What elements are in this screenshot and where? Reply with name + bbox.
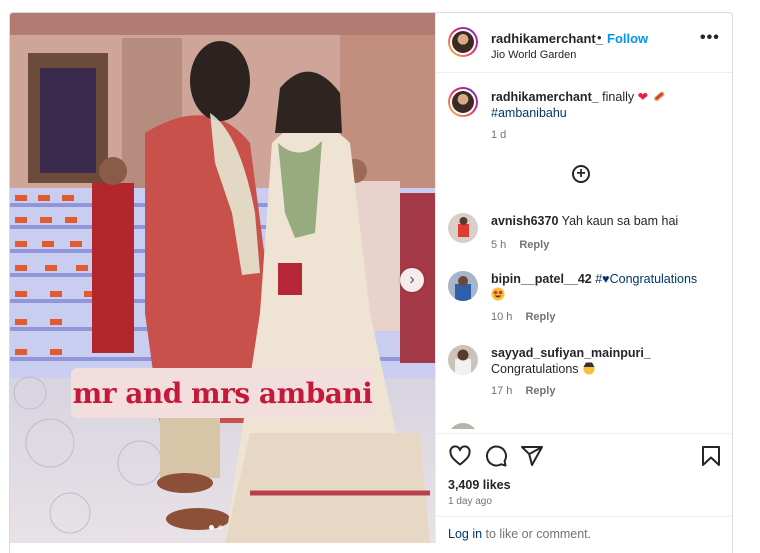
- caption-username[interactable]: radhikamerchant_: [491, 90, 599, 104]
- comment-time: 10 h: [491, 311, 513, 323]
- author-avatar[interactable]: [448, 27, 478, 57]
- comment-username[interactable]: bipin__patel__42: [491, 272, 592, 286]
- action-icons: [448, 444, 723, 470]
- instagram-post: mr and mrs ambani › radhikamerchant_ • F…: [9, 12, 733, 553]
- commenter-avatar[interactable]: [448, 345, 478, 375]
- heart-icon[interactable]: [448, 444, 472, 468]
- comment-username[interactable]: avnish6370: [491, 214, 558, 228]
- comment-meta: 10 h Reply: [491, 309, 721, 325]
- comment-body: avnish6370 Yah kaun sa bam hai 5 h Reply: [491, 213, 721, 253]
- reply-button[interactable]: Reply: [525, 385, 555, 397]
- hot-dog-emoji: [653, 91, 665, 102]
- reply-button[interactable]: Reply: [525, 311, 555, 323]
- caption-text: finally: [602, 90, 635, 104]
- comment-hashtag[interactable]: #♥Congratulations: [595, 272, 697, 286]
- separator-dot: •: [597, 30, 602, 45]
- comment-icon[interactable]: [484, 444, 508, 468]
- commenter-avatar[interactable]: [448, 213, 478, 243]
- carousel-dot: [209, 525, 214, 530]
- commenter-avatar[interactable]: [448, 423, 478, 429]
- commenter-avatar-image: [455, 349, 471, 375]
- carousel-dot: [218, 525, 223, 530]
- post-side-panel: radhikamerchant_ • Follow Jio World Gard…: [435, 13, 732, 545]
- commenter-avatar[interactable]: [448, 271, 478, 301]
- reply-button[interactable]: Reply: [519, 239, 549, 251]
- comment-meta: 17 h Reply: [491, 383, 721, 399]
- comment-body: bipin__patel__42 #♥Congratulations 10 h …: [491, 271, 721, 325]
- login-suffix: to like or comment.: [482, 527, 592, 541]
- caption-hashtag[interactable]: #ambanibahu: [491, 106, 567, 120]
- hat-face-emoji: [583, 362, 595, 375]
- comment-time: 5 h: [491, 239, 507, 251]
- wedding-photo: [10, 13, 435, 543]
- author-username[interactable]: radhikamerchant_: [491, 31, 603, 46]
- comment-text: Yah kaun sa bam hai: [561, 214, 679, 228]
- comment-time: 17 h: [491, 385, 513, 397]
- caption-text-block: radhikamerchant_ finally ❤ #ambanibahu 1…: [491, 89, 721, 143]
- more-options-icon[interactable]: •••: [700, 29, 720, 47]
- post-actions: 3,409 likes 1 day ago Log in to like or …: [436, 433, 732, 545]
- image-text-overlay: mr and mrs ambani: [71, 368, 374, 418]
- caption-author-avatar[interactable]: [448, 87, 478, 117]
- load-more-comments-icon[interactable]: +: [572, 165, 590, 183]
- comment-meta: 5 h Reply: [491, 237, 721, 253]
- post-timestamp: 1 day ago: [448, 496, 492, 507]
- carousel-dots: [209, 525, 223, 530]
- likes-count[interactable]: 3,409 likes: [448, 478, 511, 492]
- red-heart-emoji: ❤: [637, 90, 649, 104]
- commenter-avatar-image: [455, 276, 471, 301]
- login-link[interactable]: Log in: [448, 527, 482, 541]
- post-header: radhikamerchant_ • Follow Jio World Gard…: [436, 13, 732, 73]
- caption-time: 1 d: [491, 129, 507, 141]
- star-struck-emoji: [491, 287, 505, 301]
- follow-button[interactable]: Follow: [607, 31, 648, 46]
- comment-username[interactable]: sayyad_sufiyan_mainpuri_: [491, 346, 651, 360]
- carousel-next-button[interactable]: ›: [400, 268, 424, 292]
- comments-section: radhikamerchant_ finally ❤ #ambanibahu 1…: [436, 73, 732, 429]
- comment-text: Congratulations: [491, 362, 579, 376]
- comment-body: sayyad_sufiyan_mainpuri_ Congratulations…: [491, 345, 721, 399]
- post-location[interactable]: Jio World Garden: [491, 49, 576, 61]
- commenter-avatar-image: [458, 217, 469, 237]
- bookmark-icon[interactable]: [699, 444, 723, 468]
- post-image[interactable]: mr and mrs ambani ›: [10, 13, 435, 543]
- login-prompt: Log in to like or comment.: [436, 516, 732, 545]
- share-icon[interactable]: [520, 444, 544, 468]
